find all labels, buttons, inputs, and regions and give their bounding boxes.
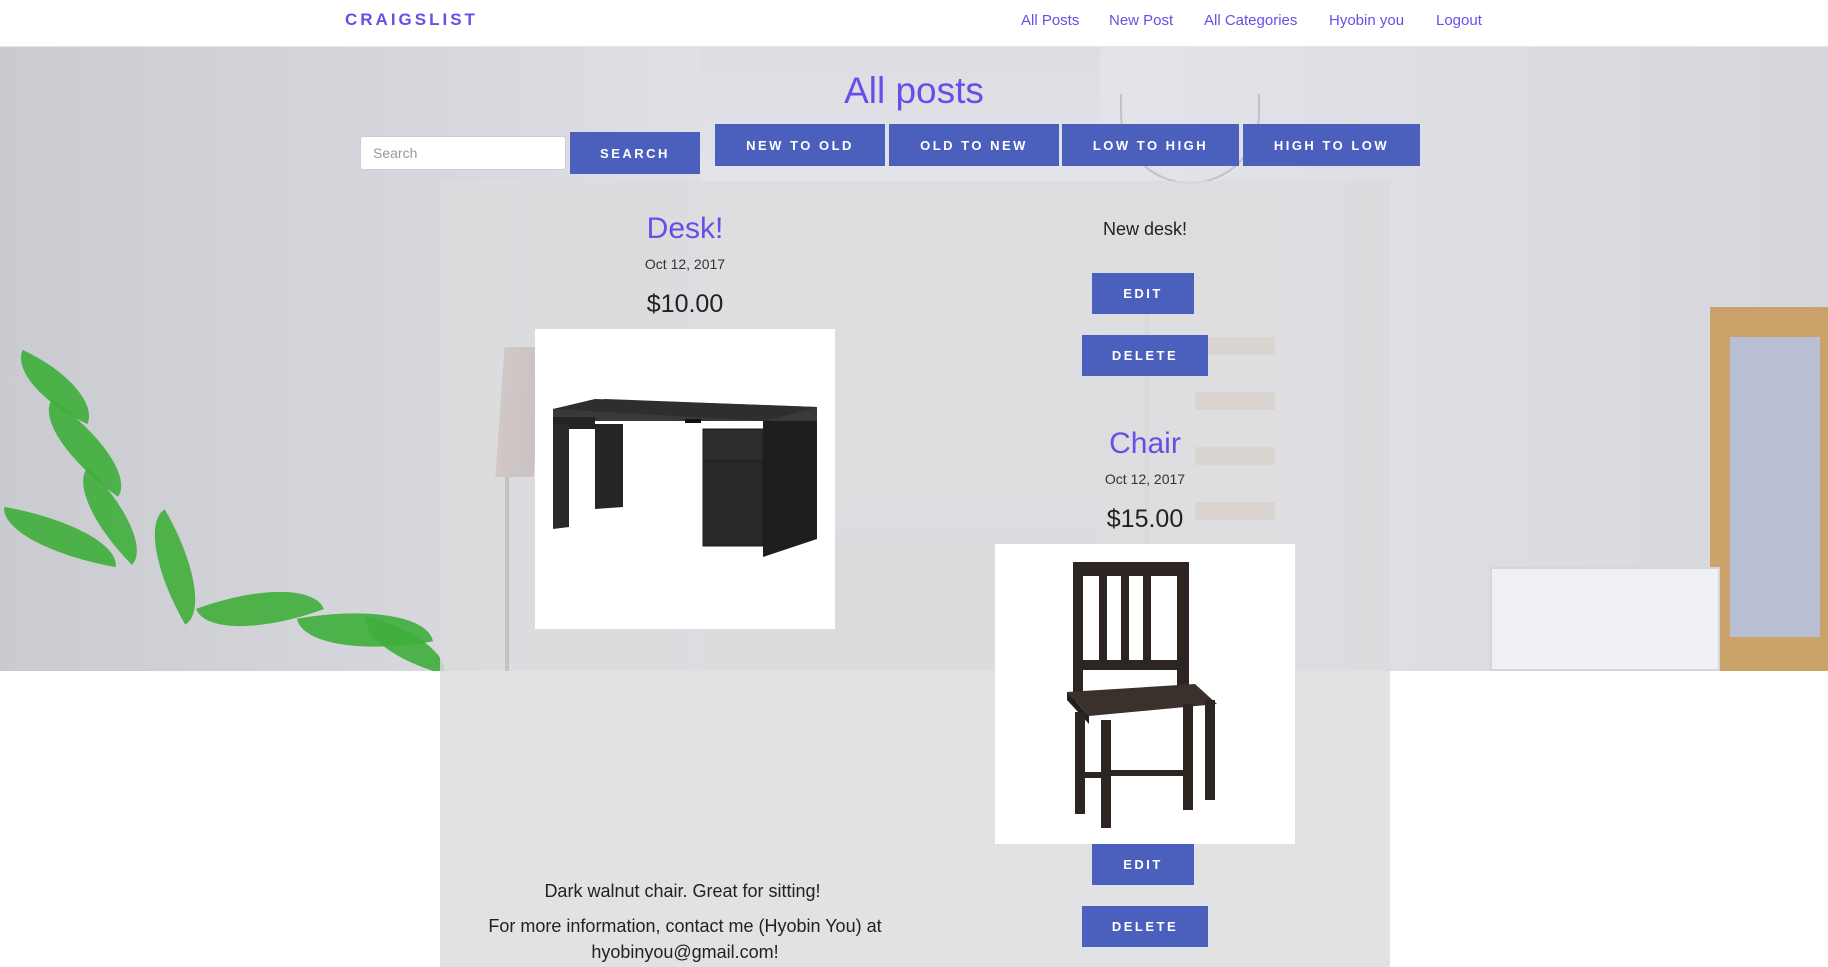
desk-icon — [553, 399, 817, 557]
search-button[interactable]: SEARCH — [570, 132, 700, 174]
chair-icon — [1067, 562, 1217, 828]
nav-user-profile[interactable]: Hyobin you — [1329, 12, 1404, 29]
nav-new-post[interactable]: New Post — [1109, 12, 1173, 29]
edit-post-button[interactable]: EDIT — [1092, 844, 1194, 885]
nav-links: All Posts New Post All Categories Hyobin… — [0, 12, 1828, 32]
post-contact-info: For more information, contact me (Hyobin… — [488, 916, 882, 962]
delete-post-button[interactable]: DELETE — [1082, 335, 1208, 376]
post-title-chair[interactable]: Chair — [1045, 427, 1245, 461]
chair-image — [995, 544, 1295, 844]
background-door-glass — [1730, 337, 1820, 637]
page-title: All posts — [844, 70, 984, 111]
sort-low-to-high-button[interactable]: LOW TO HIGH — [1062, 124, 1239, 166]
sort-new-to-old-button[interactable]: NEW TO OLD — [715, 124, 885, 166]
background-cabinet — [1490, 567, 1720, 671]
sort-high-to-low-button[interactable]: HIGH TO LOW — [1243, 124, 1420, 166]
nav-all-posts[interactable]: All Posts — [1021, 12, 1079, 29]
post-date: Oct 12, 2017 — [644, 256, 726, 272]
top-navbar: CRAIGSLIST All Posts New Post All Catego… — [0, 0, 1828, 47]
nav-all-categories[interactable]: All Categories — [1204, 12, 1297, 29]
post-description: New desk! — [1102, 219, 1188, 239]
post-description: Dark walnut chair. Great for sitting! — [544, 881, 821, 901]
delete-post-button[interactable]: DELETE — [1082, 906, 1208, 947]
sort-old-to-new-button[interactable]: OLD TO NEW — [889, 124, 1059, 166]
desk-image — [535, 329, 835, 629]
nav-logout[interactable]: Logout — [1436, 12, 1482, 29]
search-input[interactable] — [360, 136, 566, 170]
edit-post-button[interactable]: EDIT — [1092, 273, 1194, 314]
post-price: $15.00 — [1106, 505, 1184, 533]
post-title-desk[interactable]: Desk! — [585, 212, 785, 246]
post-price: $10.00 — [646, 290, 724, 318]
post-date: Oct 12, 2017 — [1104, 471, 1186, 487]
